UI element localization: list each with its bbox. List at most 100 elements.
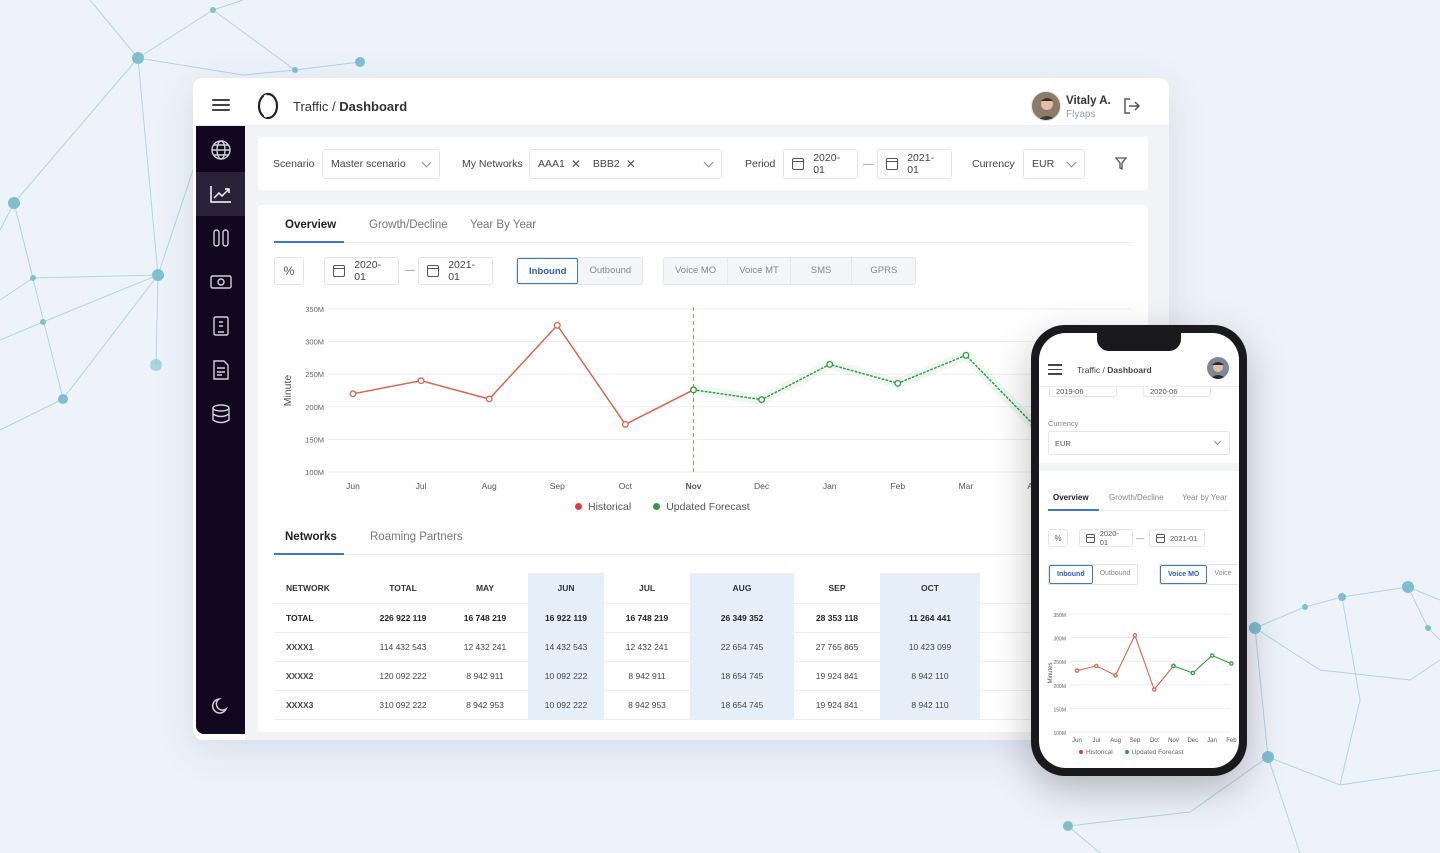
- mobile-tab-growth-decline[interactable]: Growth/Decline: [1109, 493, 1164, 502]
- tab-overview[interactable]: Overview: [285, 219, 336, 231]
- historical-point[interactable]: [1153, 688, 1156, 691]
- x-tick-label: Aug: [1110, 738, 1121, 744]
- column-header[interactable]: MAY: [442, 573, 528, 603]
- column-header[interactable]: TOTAL: [364, 573, 442, 603]
- historical-point[interactable]: [1095, 664, 1098, 667]
- tab-networks[interactable]: Networks: [285, 531, 337, 543]
- network-tag-label: BBB2: [593, 158, 620, 170]
- mobile-legend-forecast[interactable]: Updated Forecast: [1125, 749, 1184, 756]
- sidebar-item-billing[interactable]: [196, 260, 245, 304]
- y-tick-label: 200M: [1053, 684, 1066, 690]
- tab-year-by-year[interactable]: Year By Year: [470, 219, 536, 231]
- menu-icon[interactable]: [1048, 364, 1062, 375]
- sidebar-item-database[interactable]: [196, 392, 245, 436]
- historical-point[interactable]: [350, 391, 356, 397]
- tab-roaming-partners[interactable]: Roaming Partners: [370, 531, 463, 543]
- traffic-line-chart: 350M300M250M200M150M100MMinuteJunJulAugS…: [258, 297, 1148, 497]
- column-header[interactable]: JUN: [528, 573, 604, 603]
- mobile-percent-toggle[interactable]: %: [1048, 529, 1068, 547]
- voice-mt-button[interactable]: Voice MT: [728, 258, 791, 284]
- forecast-point[interactable]: [1230, 662, 1233, 665]
- networks-multiselect[interactable]: AAA1✕ BBB2✕: [529, 149, 722, 179]
- historical-point[interactable]: [1133, 634, 1136, 637]
- filter-icon[interactable]: [1115, 157, 1127, 170]
- table-row[interactable]: XXXX1114 432 54312 432 24114 432 54312 4…: [274, 632, 1132, 661]
- forecast-point[interactable]: [759, 397, 765, 403]
- forecast-point[interactable]: [1172, 664, 1175, 667]
- sidebar-item-documents[interactable]: [196, 348, 245, 392]
- mobile-chart-to[interactable]: 2021-01: [1149, 529, 1205, 547]
- sidebar-item-invoices[interactable]: [196, 304, 245, 348]
- historical-point[interactable]: [486, 396, 492, 402]
- forecast-point[interactable]: [963, 352, 969, 358]
- period-from-picker[interactable]: 2020-01: [783, 149, 858, 179]
- column-header[interactable]: JUL: [604, 573, 690, 603]
- period-to-picker[interactable]: 2021-01: [877, 149, 952, 179]
- currency-select[interactable]: EUR: [1023, 149, 1085, 179]
- close-icon[interactable]: ✕: [626, 157, 636, 171]
- currency-label: Currency: [972, 158, 1015, 170]
- forecast-point[interactable]: [1211, 654, 1214, 657]
- tab-growth-decline[interactable]: Growth/Decline: [369, 219, 448, 231]
- gprs-button[interactable]: GPRS: [852, 258, 915, 284]
- historical-point[interactable]: [418, 378, 424, 384]
- historical-point[interactable]: [555, 323, 561, 329]
- legend-item-forecast[interactable]: Updated Forecast: [653, 501, 749, 513]
- sms-button[interactable]: SMS: [791, 258, 853, 284]
- mobile-date-from[interactable]: 2019-06: [1049, 387, 1117, 397]
- table-row[interactable]: XXXX2120 092 2228 942 91110 092 2228 942…: [274, 661, 1132, 690]
- column-header[interactable]: AUG: [690, 573, 794, 603]
- voice-mo-button[interactable]: Voice MO: [664, 258, 728, 284]
- mobile-legend-historical[interactable]: Historical: [1079, 749, 1113, 756]
- close-icon[interactable]: ✕: [571, 157, 581, 171]
- table-cell: 14 432 543: [528, 632, 604, 661]
- x-tick-label: Sep: [1130, 738, 1141, 744]
- sidebar-item-globe[interactable]: [196, 128, 245, 172]
- outbound-button[interactable]: Outbound: [578, 258, 642, 284]
- column-header[interactable]: SEP: [794, 573, 880, 603]
- forecast-point[interactable]: [1191, 671, 1194, 674]
- mobile-breadcrumb-section[interactable]: Traffic: [1077, 365, 1100, 375]
- mobile-currency-select[interactable]: EUR: [1048, 431, 1230, 455]
- avatar[interactable]: [1207, 357, 1229, 379]
- chevron-down-icon: [1067, 158, 1077, 168]
- mobile-outbound-button[interactable]: Outbound: [1093, 565, 1138, 584]
- sidebar-item-transfers[interactable]: [196, 216, 245, 260]
- table-cell: 12 432 241: [604, 632, 690, 661]
- historical-point[interactable]: [623, 422, 629, 428]
- x-tick-label: Nov: [685, 481, 701, 491]
- sidebar-item-traffic[interactable]: [196, 172, 245, 216]
- sidebar-item-theme[interactable]: [196, 684, 245, 728]
- forecast-point[interactable]: [691, 387, 697, 393]
- menu-icon[interactable]: [212, 99, 230, 111]
- historical-point[interactable]: [1114, 674, 1117, 677]
- mobile-voice-button[interactable]: Voice: [1207, 565, 1238, 584]
- mobile-tab-overview[interactable]: Overview: [1053, 493, 1089, 502]
- table-row[interactable]: XXXX3310 092 2228 942 95310 092 2228 942…: [274, 690, 1132, 719]
- logout-icon[interactable]: [1123, 98, 1141, 114]
- legend-item-historical[interactable]: Historical: [575, 501, 631, 513]
- y-tick-label: 350M: [305, 305, 324, 314]
- mobile-date-to[interactable]: 2020-06: [1143, 387, 1211, 397]
- table-row[interactable]: TOTAL226 922 11916 748 21916 922 11916 7…: [274, 603, 1132, 632]
- mobile-inbound-button[interactable]: Inbound: [1049, 565, 1093, 584]
- mobile-tab-year-by-year[interactable]: Year by Year: [1182, 493, 1227, 502]
- mobile-voice-mo-button[interactable]: Voice MO: [1160, 565, 1207, 584]
- avatar[interactable]: [1031, 91, 1061, 121]
- breadcrumb-section[interactable]: Traffic: [293, 99, 328, 114]
- chart-from-picker[interactable]: 2020-01: [324, 257, 399, 285]
- forecast-point[interactable]: [827, 362, 833, 368]
- column-header[interactable]: NETWORK: [274, 573, 364, 603]
- forecast-point[interactable]: [895, 381, 901, 387]
- mobile-chart-from[interactable]: 2020-01: [1079, 529, 1133, 547]
- historical-point[interactable]: [1075, 669, 1078, 672]
- inbound-button[interactable]: Inbound: [517, 258, 578, 284]
- period-to-value: 2021-01: [907, 152, 943, 176]
- percent-toggle[interactable]: %: [274, 257, 304, 285]
- chart-from-value: 2020-01: [354, 259, 390, 283]
- y-tick-label: 150M: [1053, 707, 1066, 713]
- column-header[interactable]: OCT: [880, 573, 980, 603]
- scenario-select[interactable]: Master scenario: [322, 149, 440, 179]
- chart-to-picker[interactable]: 2021-01: [418, 257, 493, 285]
- overview-panel: Overview Growth/Decline Year By Year % 2…: [258, 205, 1148, 732]
